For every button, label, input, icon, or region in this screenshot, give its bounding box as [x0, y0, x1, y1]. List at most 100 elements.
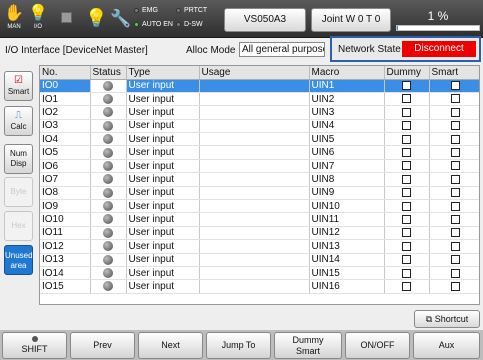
smart-checkbox[interactable]	[450, 188, 460, 198]
column-usage[interactable]: Usage	[199, 66, 310, 80]
smart-button[interactable]: ☑ Smart	[4, 71, 33, 101]
dummy-checkbox[interactable]	[402, 134, 411, 144]
table-row[interactable]: IO3 User input UIN4	[40, 119, 479, 134]
speed-indicator[interactable]: 1 %	[396, 8, 480, 32]
table-row[interactable]: IO9 User input UIN10	[40, 199, 479, 214]
unused-area-button[interactable]: Unused area	[4, 245, 33, 275]
smart-checkbox[interactable]	[450, 228, 460, 238]
smart-checkbox[interactable]	[450, 81, 460, 91]
table-row[interactable]: IO11 User input UIN12	[40, 226, 479, 241]
status-led-icon	[103, 254, 113, 265]
dummy-cell	[384, 159, 430, 174]
macro-cell: UIN14	[309, 253, 385, 267]
smart-checkbox[interactable]	[450, 201, 460, 211]
usage-cell	[199, 159, 310, 174]
coordinate-mode-button[interactable]: Joint W 0 T 0	[311, 8, 391, 32]
smart-checkbox[interactable]	[450, 268, 460, 278]
table-row[interactable]: IO4 User input UIN5	[40, 132, 479, 147]
man-label: MAN	[7, 24, 21, 30]
dummy-checkbox[interactable]	[402, 148, 411, 157]
dummy-checkbox[interactable]	[402, 201, 411, 211]
dummy-checkbox[interactable]	[402, 121, 411, 131]
column-dummy[interactable]: Dummy	[384, 66, 430, 80]
dummy-checkbox[interactable]	[402, 214, 411, 224]
smart-checkbox[interactable]	[450, 281, 460, 291]
next-button[interactable]: Next	[138, 332, 203, 359]
on-off-button[interactable]: ON/OFF	[345, 332, 410, 359]
table-row[interactable]: IO8 User input UIN9	[40, 186, 479, 201]
type-cell: User input	[126, 212, 200, 227]
dummy-checkbox[interactable]	[402, 161, 411, 171]
table-row[interactable]: IO7 User input UIN8	[40, 172, 479, 187]
macro-cell: UIN6	[309, 145, 385, 160]
num-disp-button[interactable]: Num Disp	[4, 144, 33, 174]
aux-button[interactable]: Aux	[413, 332, 480, 359]
smart-checkbox[interactable]	[450, 134, 460, 144]
lamp-icon[interactable]: 💡	[85, 6, 107, 32]
smart-checkbox[interactable]	[450, 174, 460, 184]
type-cell: User input	[126, 105, 200, 120]
smart-checkbox[interactable]	[450, 241, 460, 251]
io-number-cell: IO11	[40, 226, 91, 241]
shortcut-button[interactable]: ⧉ Shortcut	[414, 310, 480, 328]
robot-model-button[interactable]: VS050A3	[224, 8, 306, 32]
smart-checkbox[interactable]	[450, 214, 460, 224]
dummy-checkbox[interactable]	[402, 188, 411, 198]
io-number-cell: IO5	[40, 145, 91, 160]
smart-checkbox[interactable]	[450, 148, 460, 157]
smart-checkbox[interactable]	[450, 107, 460, 117]
dummy-cell	[384, 212, 430, 227]
dummy-checkbox[interactable]	[402, 268, 411, 278]
dummy-cell	[384, 132, 430, 147]
column-smart[interactable]: Smart	[429, 66, 479, 80]
smart-checkbox[interactable]	[450, 255, 460, 265]
table-row[interactable]: IO14 User input UIN15	[40, 266, 479, 281]
dummy-checkbox[interactable]	[402, 241, 411, 251]
usage-cell	[199, 186, 310, 201]
dummy-checkbox[interactable]	[402, 228, 411, 238]
table-row[interactable]: IO2 User input UIN3	[40, 105, 479, 120]
dummy-checkbox[interactable]	[402, 94, 411, 104]
byte-button[interactable]: Byte	[4, 177, 33, 207]
status-cell	[90, 172, 127, 187]
wrench-icon[interactable]: 🔧	[110, 6, 131, 32]
dummy-checkbox[interactable]	[402, 81, 411, 91]
smart-cell	[429, 226, 479, 241]
calc-button[interactable]: ⎍ Calc	[4, 106, 33, 136]
emg-indicator: EMG	[134, 7, 158, 14]
table-row[interactable]: IO10 User input UIN11	[40, 212, 479, 227]
table-row[interactable]: IO5 User input UIN6	[40, 145, 479, 160]
shift-button[interactable]: SHIFT	[2, 332, 67, 359]
io-lightbulb-icon[interactable]: 💡 I/O	[27, 4, 49, 34]
smart-checkbox[interactable]	[450, 94, 460, 104]
table-row[interactable]: IO12 User input UIN13	[40, 239, 479, 254]
macro-cell: UIN15	[309, 266, 385, 281]
smart-checkbox[interactable]	[450, 161, 460, 171]
table-row[interactable]: IO15 User input UIN16	[40, 279, 479, 294]
dummy-checkbox[interactable]	[402, 255, 411, 265]
column-type[interactable]: Type	[126, 66, 200, 80]
status-led-icon	[103, 174, 113, 185]
alloc-mode-value[interactable]: All general purpose	[239, 42, 325, 57]
jump-to-button[interactable]: Jump To	[206, 332, 271, 359]
column-no[interactable]: No.	[40, 66, 91, 80]
dummy-checkbox[interactable]	[402, 174, 411, 184]
dummy-smart-button[interactable]: Dummy Smart	[274, 332, 342, 359]
io-table[interactable]: No. Status Type Usage Macro Dummy Smart …	[39, 65, 480, 305]
dummy-checkbox[interactable]	[402, 281, 411, 291]
column-macro[interactable]: Macro	[309, 66, 385, 80]
column-status[interactable]: Status	[90, 66, 127, 80]
table-row[interactable]: IO1 User input UIN2	[40, 92, 479, 107]
smart-checkbox[interactable]	[450, 121, 460, 131]
manual-mode-hand-icon[interactable]: ✋ MAN	[3, 4, 25, 34]
type-cell: User input	[126, 172, 200, 187]
table-row[interactable]: IO13 User input UIN14	[40, 253, 479, 267]
stop-icon[interactable]	[61, 12, 72, 23]
hex-button[interactable]: Hex	[4, 211, 33, 241]
prev-button[interactable]: Prev	[70, 332, 135, 359]
usage-cell	[199, 212, 310, 227]
table-row[interactable]: IO0 User input UIN1	[40, 79, 479, 93]
io-number-cell: IO12	[40, 239, 91, 254]
table-row[interactable]: IO6 User input UIN7	[40, 159, 479, 174]
dummy-checkbox[interactable]	[402, 107, 411, 117]
